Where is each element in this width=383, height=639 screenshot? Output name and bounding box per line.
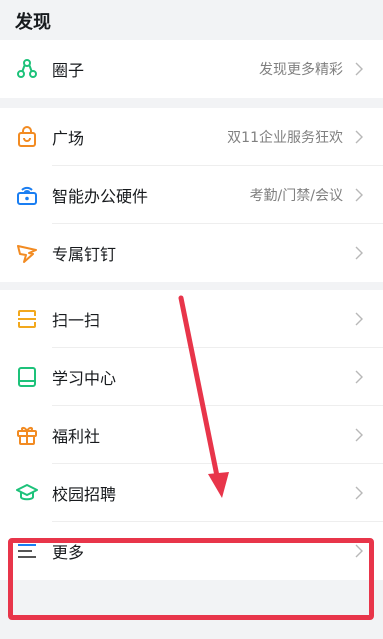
list-item-label: 福利社 [52, 427, 101, 446]
chevron-right-icon [355, 312, 363, 326]
graduation-cap-icon [16, 482, 38, 504]
list-item-label: 学习中心 [52, 369, 117, 388]
chevron-right-icon [355, 486, 363, 500]
list-item-plaza[interactable]: 广场 双11企业服务狂欢 [0, 108, 383, 166]
list-item-label: 圈子 [52, 61, 85, 80]
gift-icon [16, 424, 38, 446]
group-tools: 扫一扫 学习中心 福利社 校园招聘 更多 [0, 290, 383, 580]
chevron-right-icon [355, 130, 363, 144]
list-item-hint: 考勤/门禁/会议 [249, 188, 343, 204]
chevron-right-icon [355, 370, 363, 384]
list-item-learning-center[interactable]: 学习中心 [0, 348, 383, 406]
book-icon [16, 366, 38, 388]
chevron-right-icon [355, 246, 363, 260]
list-item-label: 校园招聘 [52, 485, 117, 504]
circle-group-icon [16, 58, 38, 80]
smart-device-icon [16, 184, 38, 206]
page-title: 发现 [15, 12, 51, 33]
list-item-label: 更多 [52, 543, 85, 562]
group-gap [0, 98, 383, 108]
dingtalk-wing-icon [16, 242, 38, 264]
group-circle: 圈子 发现更多精彩 [0, 40, 383, 98]
chevron-right-icon [355, 188, 363, 202]
list-item-hint: 双11企业服务狂欢 [227, 130, 343, 146]
list-item-label: 扫一扫 [52, 311, 101, 330]
chevron-right-icon [355, 62, 363, 76]
list-item-exclusive-dingtalk[interactable]: 专属钉钉 [0, 224, 383, 282]
list-item-smart-hardware[interactable]: 智能办公硬件 考勤/门禁/会议 [0, 166, 383, 224]
menu-lines-icon [16, 540, 38, 562]
list-item-label: 专属钉钉 [52, 245, 117, 264]
list-item-circle[interactable]: 圈子 发现更多精彩 [0, 40, 383, 98]
group-services: 广场 双11企业服务狂欢 智能办公硬件 考勤/门禁/会议 专属钉钉 [0, 108, 383, 282]
scan-icon [16, 308, 38, 330]
page-header: 发现 [0, 0, 383, 40]
list-item-welfare[interactable]: 福利社 [0, 406, 383, 464]
list-item-more[interactable]: 更多 [0, 522, 383, 580]
bottom-spacer [0, 580, 383, 615]
list-item-label: 广场 [52, 129, 85, 148]
group-gap [0, 282, 383, 290]
discover-page: 发现 圈子 发现更多精彩 广场 双11企业服务狂欢 智能办公硬件 考勤/门禁/会… [0, 0, 383, 639]
list-item-label: 智能办公硬件 [52, 187, 149, 206]
shopping-bag-icon [16, 126, 38, 148]
list-item-scan[interactable]: 扫一扫 [0, 290, 383, 348]
chevron-right-icon [355, 428, 363, 442]
chevron-right-icon [355, 544, 363, 558]
list-item-campus-recruit[interactable]: 校园招聘 [0, 464, 383, 522]
list-item-hint: 发现更多精彩 [259, 62, 343, 78]
